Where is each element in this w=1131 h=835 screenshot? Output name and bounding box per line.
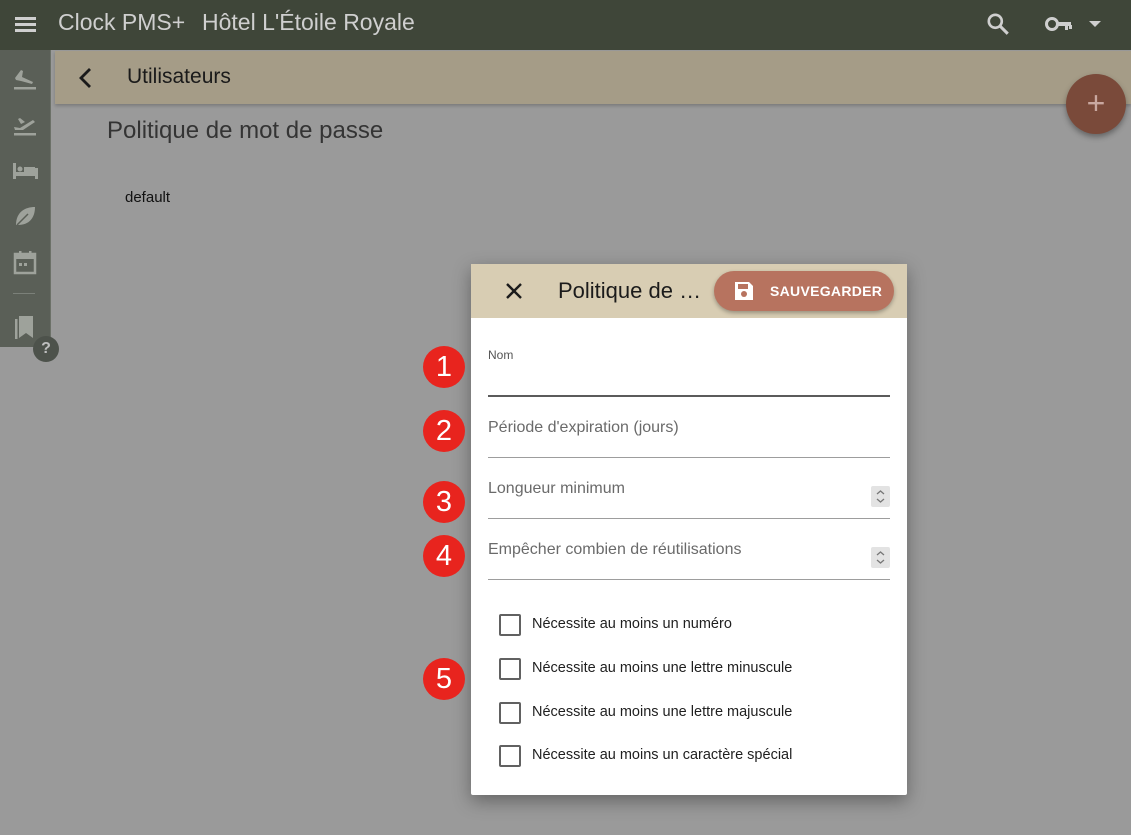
name-field-label: Nom [488, 348, 514, 362]
expiration-field[interactable]: Période d'expiration (jours) [488, 414, 890, 459]
hotel-name: Hôtel L'Étoile Royale [202, 9, 415, 35]
app-name: Clock PMS+ [58, 9, 186, 35]
search-icon[interactable] [985, 11, 1011, 37]
annotation-marker-5: 5 [423, 658, 465, 700]
checkbox-label: Nécessite au moins un numéro [532, 616, 732, 632]
annotation-marker-1: 1 [423, 346, 465, 388]
top-app-bar: Clock PMS+ Hôtel L'Étoile Royale [0, 0, 1131, 50]
reuse-stepper[interactable] [871, 547, 890, 568]
reuse-field-label: Empêcher combien de réutilisations [488, 541, 742, 558]
dialog-header: Politique de mot de passe SAUVEGARDER [471, 264, 907, 318]
expiration-field-underline [488, 457, 890, 458]
help-button[interactable]: ? [33, 336, 59, 362]
reuse-field[interactable]: Empêcher combien de réutilisations [488, 536, 890, 581]
section-title: Politique de mot de passe [107, 117, 384, 144]
annotation-marker-3: 3 [423, 481, 465, 523]
calendar-icon[interactable] [11, 248, 39, 276]
caret-down-icon[interactable] [1086, 17, 1104, 31]
dialog-title: Politique de mot de passe [558, 278, 708, 303]
min-length-field-label: Longueur minimum [488, 480, 625, 497]
page-header: Utilisateurs [55, 51, 1131, 104]
min-length-stepper[interactable] [871, 486, 890, 507]
name-input[interactable] [488, 368, 868, 392]
add-fab-button[interactable]: + [1066, 74, 1126, 134]
side-navigation-rail [0, 50, 51, 347]
departures-icon[interactable] [11, 110, 39, 138]
save-button-label: SAUVEGARDER [770, 283, 883, 299]
save-button[interactable]: SAUVEGARDER [714, 271, 894, 311]
name-field-underline [488, 395, 890, 397]
annotation-marker-2: 2 [423, 410, 465, 452]
back-arrow-icon[interactable] [75, 66, 97, 90]
bookmark-icon[interactable] [11, 313, 39, 341]
leaf-icon[interactable] [11, 202, 39, 230]
plus-icon: + [1086, 85, 1106, 121]
arrivals-icon[interactable] [11, 64, 39, 92]
list-item[interactable]: default [125, 189, 170, 206]
checkbox-label: Nécessite au moins un caractère spécial [532, 747, 793, 763]
min-length-field-underline [488, 518, 890, 519]
menu-icon[interactable] [13, 12, 39, 38]
close-icon[interactable] [503, 280, 525, 302]
checkbox[interactable] [499, 614, 521, 636]
checkbox[interactable] [499, 702, 521, 724]
checkbox-label: Nécessite au moins une lettre majuscule [532, 704, 793, 720]
save-icon [735, 282, 753, 300]
stepper-arrows-icon [876, 490, 885, 503]
annotation-marker-4: 4 [423, 535, 465, 577]
page-title: Utilisateurs [127, 65, 231, 88]
stepper-arrows-icon [876, 551, 885, 564]
key-icon[interactable] [1045, 13, 1073, 35]
checkbox[interactable] [499, 658, 521, 680]
bed-icon[interactable] [11, 156, 39, 184]
name-field: Nom [488, 348, 890, 398]
expiration-field-label: Période d'expiration (jours) [488, 419, 679, 436]
min-length-field[interactable]: Longueur minimum [488, 475, 890, 520]
password-policy-dialog: Politique de mot de passe SAUVEGARDER No… [471, 264, 907, 795]
reuse-field-underline [488, 579, 890, 580]
checkbox-label: Nécessite au moins une lettre minuscule [532, 660, 793, 676]
checkbox[interactable] [499, 745, 521, 767]
rail-divider [13, 293, 35, 294]
